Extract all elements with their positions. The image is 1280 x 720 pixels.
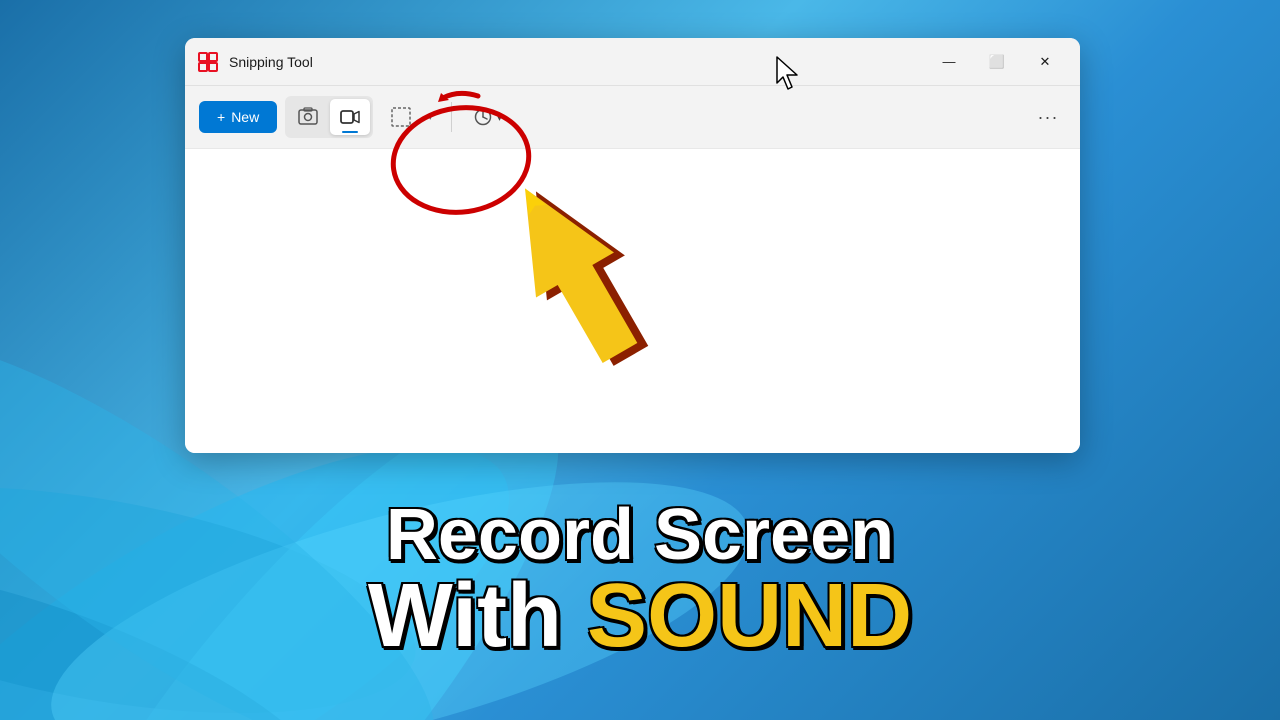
titlebar: Snipping Tool — ⬜ ✕ — [185, 38, 1080, 86]
window-title: Snipping Tool — [229, 54, 926, 70]
delay-button[interactable]: ▾ — [464, 104, 513, 130]
overlay-line2: With SOUND — [368, 571, 912, 661]
video-mode-button[interactable] — [330, 99, 370, 135]
new-button[interactable]: + New — [199, 101, 277, 133]
snip-mode-button[interactable] — [381, 99, 421, 135]
video-icon — [340, 107, 360, 127]
snip-mode-group: ▾ — [381, 99, 439, 135]
snipping-tool-window: Snipping Tool — ⬜ ✕ + New — [185, 38, 1080, 453]
screenshot-icon — [298, 107, 318, 127]
clock-icon — [474, 108, 492, 126]
minimize-button[interactable]: — — [926, 46, 972, 78]
window-controls: — ⬜ ✕ — [926, 46, 1068, 78]
overlay-with: With — [368, 566, 587, 666]
more-options-button[interactable]: ··· — [1030, 99, 1066, 135]
new-label: New — [231, 109, 259, 125]
content-area — [185, 149, 1080, 453]
maximize-button[interactable]: ⬜ — [974, 46, 1020, 78]
app-icon — [197, 51, 219, 73]
overlay-line1: Record Screen — [386, 499, 894, 571]
delay-chevron: ▾ — [496, 109, 503, 125]
toolbar-separator — [451, 102, 452, 132]
toolbar: + New — [185, 86, 1080, 149]
snip-mode-chevron[interactable]: ▾ — [421, 99, 439, 135]
close-button[interactable]: ✕ — [1022, 46, 1068, 78]
mode-selector — [285, 96, 373, 138]
new-plus-icon: + — [217, 109, 225, 125]
screenshot-mode-button[interactable] — [288, 99, 328, 135]
snip-mode-icon — [391, 107, 411, 127]
overlay-text: Record Screen With SOUND — [0, 450, 1280, 720]
overlay-sound: SOUND — [587, 566, 912, 666]
